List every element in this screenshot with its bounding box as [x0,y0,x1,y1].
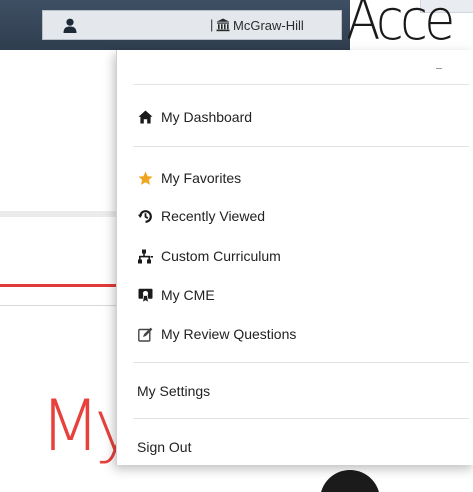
edit-icon [137,326,153,342]
star-icon [137,170,153,186]
menu-divider [133,362,469,363]
background-divider [0,211,120,217]
user-dropdown-menu: My Dashboard My Favorites Recently Viewe… [116,50,473,465]
user-menu-toggle[interactable]: | McGraw-Hill [42,10,342,40]
background-red-rule [0,284,120,287]
user-icon [63,18,77,33]
background-figure [320,470,380,492]
menu-item-label: My CME [161,287,215,303]
separator: | [210,17,214,32]
logo-text: Acce [348,0,455,50]
menu-item-dashboard[interactable]: My Dashboard [137,106,252,128]
top-navigation-bar: | McGraw-Hill [0,0,350,50]
page: My | McGraw-Hill Acce My Dashboard My Fa… [0,0,473,492]
menu-item-label: Sign Out [137,439,192,455]
sitemap-icon [137,248,153,264]
history-icon [137,208,153,224]
menu-item-label: My Favorites [161,170,242,186]
menu-item-favorites[interactable]: My Favorites [137,167,241,189]
menu-divider [133,418,469,419]
home-icon [137,109,153,125]
institution-name: McGraw-Hill [233,18,304,33]
menu-item-sign-out[interactable]: Sign Out [137,436,191,458]
menu-item-label: My Review Questions [161,326,297,342]
menu-item-label: My Dashboard [161,109,253,125]
institution-icon [216,18,230,32]
background-thin-rule [0,305,120,306]
menu-item-settings[interactable]: My Settings [137,380,210,402]
menu-divider [133,84,469,85]
menu-decoration [436,68,442,69]
menu-item-review-questions[interactable]: My Review Questions [137,323,296,345]
menu-item-label: Custom Curriculum [161,248,281,264]
certificate-icon [137,287,153,303]
menu-divider [133,146,469,147]
site-logo[interactable]: Acce [348,0,473,50]
menu-item-label: Recently Viewed [161,208,266,224]
menu-item-cme[interactable]: My CME [137,284,215,306]
menu-item-recently-viewed[interactable]: Recently Viewed [137,205,265,227]
menu-item-label: My Settings [137,383,211,399]
menu-item-custom-curriculum[interactable]: Custom Curriculum [137,245,281,267]
